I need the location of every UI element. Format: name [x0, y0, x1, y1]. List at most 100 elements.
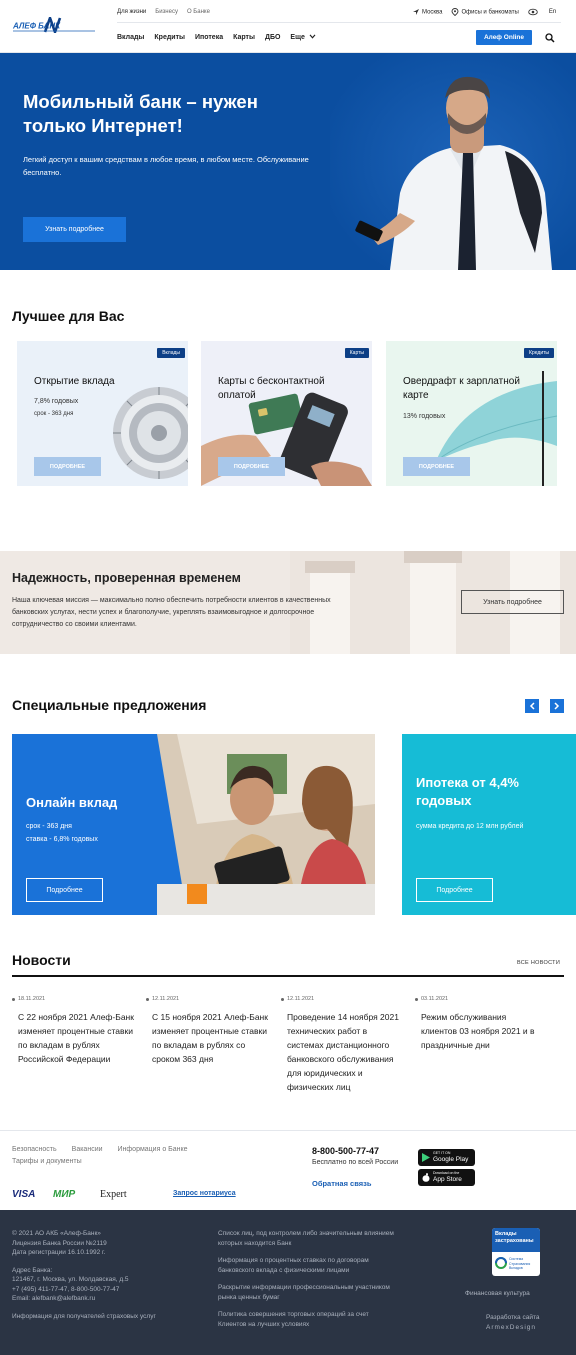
card-more-button[interactable]: ПОДРОБНЕЕ	[34, 457, 101, 476]
news-text: Режим обслуживания клиентов 03 ноября 20…	[421, 1012, 535, 1050]
google-play-icon	[422, 1153, 430, 1162]
nav-more-label: Еще	[290, 34, 305, 41]
reliability-banner: Надежность, проверенная временем Наша кл…	[0, 551, 576, 654]
offer-more-button[interactable]: Подробнее	[26, 878, 103, 902]
news-item[interactable]: 12.11.2021 С 15 ноября 2021 Алеф-Банк из…	[146, 996, 271, 1066]
card-term: срок - 363 дня	[34, 411, 74, 417]
offices-label: Офисы и банкоматы	[461, 9, 519, 16]
news-item[interactable]: 03.11.2021 Режим обслуживания клиентов 0…	[415, 996, 540, 1052]
nav-credits[interactable]: Кредиты	[154, 34, 185, 41]
notary-link[interactable]: Запрос нотариуса	[173, 1190, 236, 1197]
chevron-left-icon	[529, 702, 535, 710]
eye-icon[interactable]	[528, 8, 538, 16]
news-section-title: Новости	[12, 952, 71, 968]
financial-culture-link[interactable]: Финансовая культура	[465, 1289, 530, 1299]
feedback-link[interactable]: Обратная связь	[312, 1179, 371, 1188]
all-news-link[interactable]: ВСЕ НОВОСТИ	[517, 960, 560, 966]
alef-bank-logo[interactable]: АЛЕФ БАНК	[12, 17, 96, 33]
app-store-label: App Store	[433, 1176, 462, 1183]
app-store-button[interactable]: Download on the App Store	[418, 1169, 475, 1186]
header-utilities: Москва Офисы и банкоматы En	[412, 8, 556, 16]
reliability-more-button[interactable]: Узнать подробнее	[461, 590, 564, 614]
segment-links: Для жизни Бизнесу О Банке	[117, 9, 210, 15]
footer-link-tariffs[interactable]: Тарифы и документы	[12, 1158, 82, 1165]
copyright-text: © 2021 АО АКБ «Алеф-Банк»	[12, 1230, 101, 1237]
footer-link-bank-info[interactable]: Информация о Банке	[118, 1146, 188, 1153]
segment-business[interactable]: Бизнесу	[155, 9, 178, 15]
offer-title: Ипотека от 4,4% годовых	[416, 775, 519, 808]
offer-more-button[interactable]: Подробнее	[416, 878, 493, 902]
city-selector[interactable]: Москва	[412, 8, 442, 16]
insured-sub: Система Страхования Вкладов	[509, 1257, 531, 1270]
nav-dbo[interactable]: ДБО	[265, 34, 280, 41]
email-text[interactable]: Email: alefbank@alefbank.ru	[12, 1294, 192, 1304]
footer-disclosures: Список лиц, под контролем либо значитель…	[218, 1229, 398, 1329]
disclosure-link[interactable]: Информация о процентных ставках по догов…	[218, 1256, 398, 1275]
disclosure-link[interactable]: Раскрытие информации профессиональным уч…	[218, 1283, 398, 1302]
nav-deposits[interactable]: Вклады	[117, 34, 144, 41]
card-badge: Кредиты	[524, 348, 554, 358]
footer-link-security[interactable]: Безопасность	[12, 1146, 57, 1153]
reliability-title: Надежность, проверенная временем	[12, 571, 241, 585]
nav-cards[interactable]: Карты	[233, 34, 255, 41]
offer-line1: сумма кредита до 12 млн рублей	[416, 823, 524, 830]
hero-banner: Мобильный банк – нужен только Интернет! …	[0, 53, 576, 270]
visa-logo: VISA	[12, 1189, 36, 1200]
nav-more[interactable]: Еще	[290, 34, 316, 41]
card-badge: Вклады	[157, 348, 185, 358]
developer-label: Разработка сайта	[486, 1314, 540, 1321]
hero-title: Мобильный банк – нужен только Интернет!	[23, 91, 258, 136]
carousel-next-button[interactable]	[550, 699, 564, 713]
offer-mortgage[interactable]: Ипотека от 4,4% годовых сумма кредита до…	[402, 734, 576, 915]
apple-icon	[422, 1173, 430, 1182]
header-divider	[117, 22, 561, 23]
card-overdraft[interactable]: Кредиты Овердрафт к зарплатной карте 13%…	[386, 341, 557, 486]
news-text: Проведение 14 ноября 2021 технических ра…	[287, 1012, 399, 1092]
footer-links: Безопасность Вакансии Информация о Банке	[12, 1146, 188, 1153]
developer-link[interactable]: ArmexDesign	[486, 1323, 536, 1333]
offer-online-deposit[interactable]: Онлайн вклад срок - 363 дня ставка - 6,8…	[12, 734, 375, 915]
search-icon[interactable]	[545, 33, 555, 43]
news-date: 03.11.2021	[415, 996, 540, 1002]
bank-legal-info: © 2021 АО АКБ «Алеф-Банк» Лицензия Банка…	[12, 1229, 192, 1321]
alef-online-button[interactable]: Алеф Online	[476, 30, 532, 45]
main-nav: Вклады Кредиты Ипотека Карты ДБО Еще	[117, 34, 316, 41]
segment-about[interactable]: О Банке	[187, 9, 210, 15]
news-date: 18.11.2021	[12, 996, 137, 1002]
language-switch[interactable]: En	[549, 9, 556, 15]
insurance-logo-icon	[495, 1257, 507, 1269]
card-more-button[interactable]: ПОДРОБНЕЕ	[218, 457, 285, 476]
mir-logo: МИР	[53, 1189, 76, 1200]
deposit-insurance-badge[interactable]: Вклады застрахованы Система Страхования …	[492, 1228, 540, 1276]
site-header: АЛЕФ БАНК Для жизни Бизнесу О Банке Моск…	[0, 0, 576, 53]
card-more-button[interactable]: ПОДРОБНЕЕ	[403, 457, 470, 476]
footer-phone[interactable]: 8-800-500-77-47	[312, 1146, 379, 1156]
license-text: Лицензия Банка России №2119	[12, 1239, 107, 1247]
chevron-right-icon	[554, 702, 560, 710]
carousel-prev-button[interactable]	[525, 699, 539, 713]
offer-line1: срок - 363 дня	[26, 823, 72, 830]
disclosure-link[interactable]: Список лиц, под контролем либо значитель…	[218, 1229, 398, 1248]
offer-title: Онлайн вклад	[26, 795, 118, 810]
google-play-button[interactable]: GET IT ON Google Play	[418, 1149, 475, 1166]
news-item[interactable]: 18.11.2021 С 22 ноября 2021 Алеф-Банк из…	[12, 996, 137, 1066]
segment-personal[interactable]: Для жизни	[117, 9, 146, 15]
footer-bottom: © 2021 АО АКБ «Алеф-Банк» Лицензия Банка…	[0, 1210, 576, 1355]
hero-more-button[interactable]: Узнать подробнее	[23, 217, 126, 242]
app-store-caption: Download on the	[433, 1171, 460, 1175]
footer-link-vacancies[interactable]: Вакансии	[72, 1146, 103, 1153]
offices-link[interactable]: Офисы и банкоматы	[451, 8, 519, 16]
card-badge: Карты	[344, 348, 369, 358]
card-contactless[interactable]: Карты Карты с бесконтактной оплатой ПОДР…	[201, 341, 372, 486]
card-deposit[interactable]: Вклады Открытие вклада 7,8% годовых срок…	[17, 341, 188, 486]
expert-logo: Expert	[100, 1189, 127, 1200]
google-play-caption: GET IT ON	[433, 1151, 451, 1155]
card-title: Овердрафт к зарплатной карте	[403, 376, 520, 401]
couple-photo-image	[157, 734, 375, 915]
news-text: С 15 ноября 2021 Алеф-Банк изменяет проц…	[152, 1012, 268, 1064]
nav-mortgage[interactable]: Ипотека	[195, 34, 223, 41]
news-item[interactable]: 12.11.2021 Проведение 14 ноября 2021 тех…	[281, 996, 406, 1094]
disclosure-link[interactable]: Политика совершения торговых операций за…	[218, 1310, 398, 1329]
insurance-info-link[interactable]: Информация для получателей страховых усл…	[12, 1312, 192, 1322]
news-date-text: 03.11.2021	[421, 996, 449, 1002]
